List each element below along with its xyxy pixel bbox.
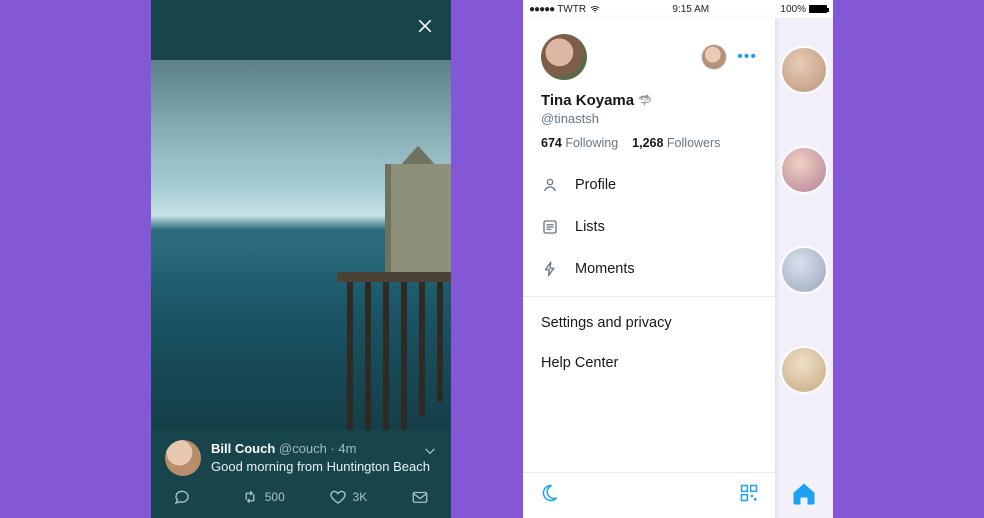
menu-label: Help Center (541, 355, 618, 371)
list-icon (541, 218, 559, 236)
chevron-down-icon (423, 444, 437, 458)
wifi-icon (589, 4, 601, 14)
home-tab[interactable] (790, 480, 818, 508)
close-button[interactable] (411, 12, 439, 40)
feed-avatar[interactable] (782, 248, 826, 292)
profile-name[interactable]: Tina Koyama (541, 92, 634, 109)
retweet-icon (241, 488, 259, 506)
tweet-actions: 500 3K (151, 482, 451, 518)
menu-item-lists[interactable]: Lists (523, 206, 775, 248)
home-icon (790, 480, 818, 508)
close-icon (417, 18, 433, 34)
followers-stat[interactable]: 1,268 Followers (632, 136, 720, 150)
menu-item-moments[interactable]: Moments (523, 248, 775, 290)
feed-peek (775, 18, 833, 518)
like-button[interactable]: 3K (329, 488, 368, 506)
author-handle[interactable]: @couch (279, 441, 327, 456)
author-name[interactable]: Bill Couch (211, 441, 275, 456)
tweet-photo[interactable] (151, 60, 451, 430)
menu-label: Profile (575, 177, 616, 193)
tweet-caption: Bill Couch @couch · 4m Good morning from… (151, 430, 451, 482)
feed-avatar[interactable] (782, 148, 826, 192)
accounts-more-button[interactable]: ••• (737, 50, 757, 64)
status-bar: ●●●●● TWTR 9:15 AM 100% (523, 0, 833, 18)
drawer-menu: Profile Lists Moments Settings and priva… (523, 164, 775, 383)
name-emoji: 🦈 (638, 94, 652, 107)
night-mode-button[interactable] (539, 483, 559, 508)
battery-icon (809, 5, 827, 13)
profile-avatar[interactable] (541, 34, 587, 80)
moments-icon (541, 260, 559, 278)
heart-icon (329, 488, 347, 506)
envelope-icon (411, 488, 429, 506)
share-button[interactable] (411, 488, 429, 506)
menu-item-profile[interactable]: Profile (523, 164, 775, 206)
person-icon (541, 176, 559, 194)
meta-separator: · (330, 441, 334, 456)
following-stat[interactable]: 674 Following (541, 136, 618, 150)
profile-handle[interactable]: @tinastsh (541, 111, 757, 126)
signal-indicator: ●●●●● (529, 4, 554, 15)
battery-pct: 100% (780, 4, 806, 15)
qr-icon (739, 483, 759, 503)
tweet-time: 4m (338, 441, 356, 456)
reply-button[interactable] (173, 488, 197, 506)
menu-label: Lists (575, 219, 605, 235)
phone-drawer-view: ●●●●● TWTR 9:15 AM 100% ••• (523, 0, 833, 518)
account-switch-avatar[interactable] (701, 44, 727, 70)
menu-item-help[interactable]: Help Center (523, 343, 775, 383)
feed-avatar[interactable] (782, 48, 826, 92)
menu-label: Settings and privacy (541, 315, 672, 331)
expand-button[interactable] (423, 444, 437, 463)
reply-icon (173, 488, 191, 506)
moon-icon (539, 483, 559, 503)
menu-item-settings[interactable]: Settings and privacy (523, 303, 775, 343)
like-count: 3K (353, 490, 368, 504)
clock: 9:15 AM (672, 4, 709, 15)
retweet-count: 500 (265, 490, 285, 504)
tweet-view-topbar (151, 0, 451, 60)
carrier-label: TWTR (557, 4, 586, 15)
nav-drawer: ••• Tina Koyama 🦈 @tinastsh 674 Followin… (523, 18, 775, 518)
qr-code-button[interactable] (739, 483, 759, 508)
drawer-footer (523, 472, 775, 518)
feed-avatar[interactable] (782, 348, 826, 392)
author-avatar[interactable] (165, 440, 201, 476)
retweet-button[interactable]: 500 (241, 488, 285, 506)
menu-separator (523, 296, 775, 297)
menu-label: Moments (575, 261, 635, 277)
phone-tweet-view: Bill Couch @couch · 4m Good morning from… (151, 0, 451, 518)
tweet-text: Good morning from Huntington Beach (211, 458, 437, 476)
